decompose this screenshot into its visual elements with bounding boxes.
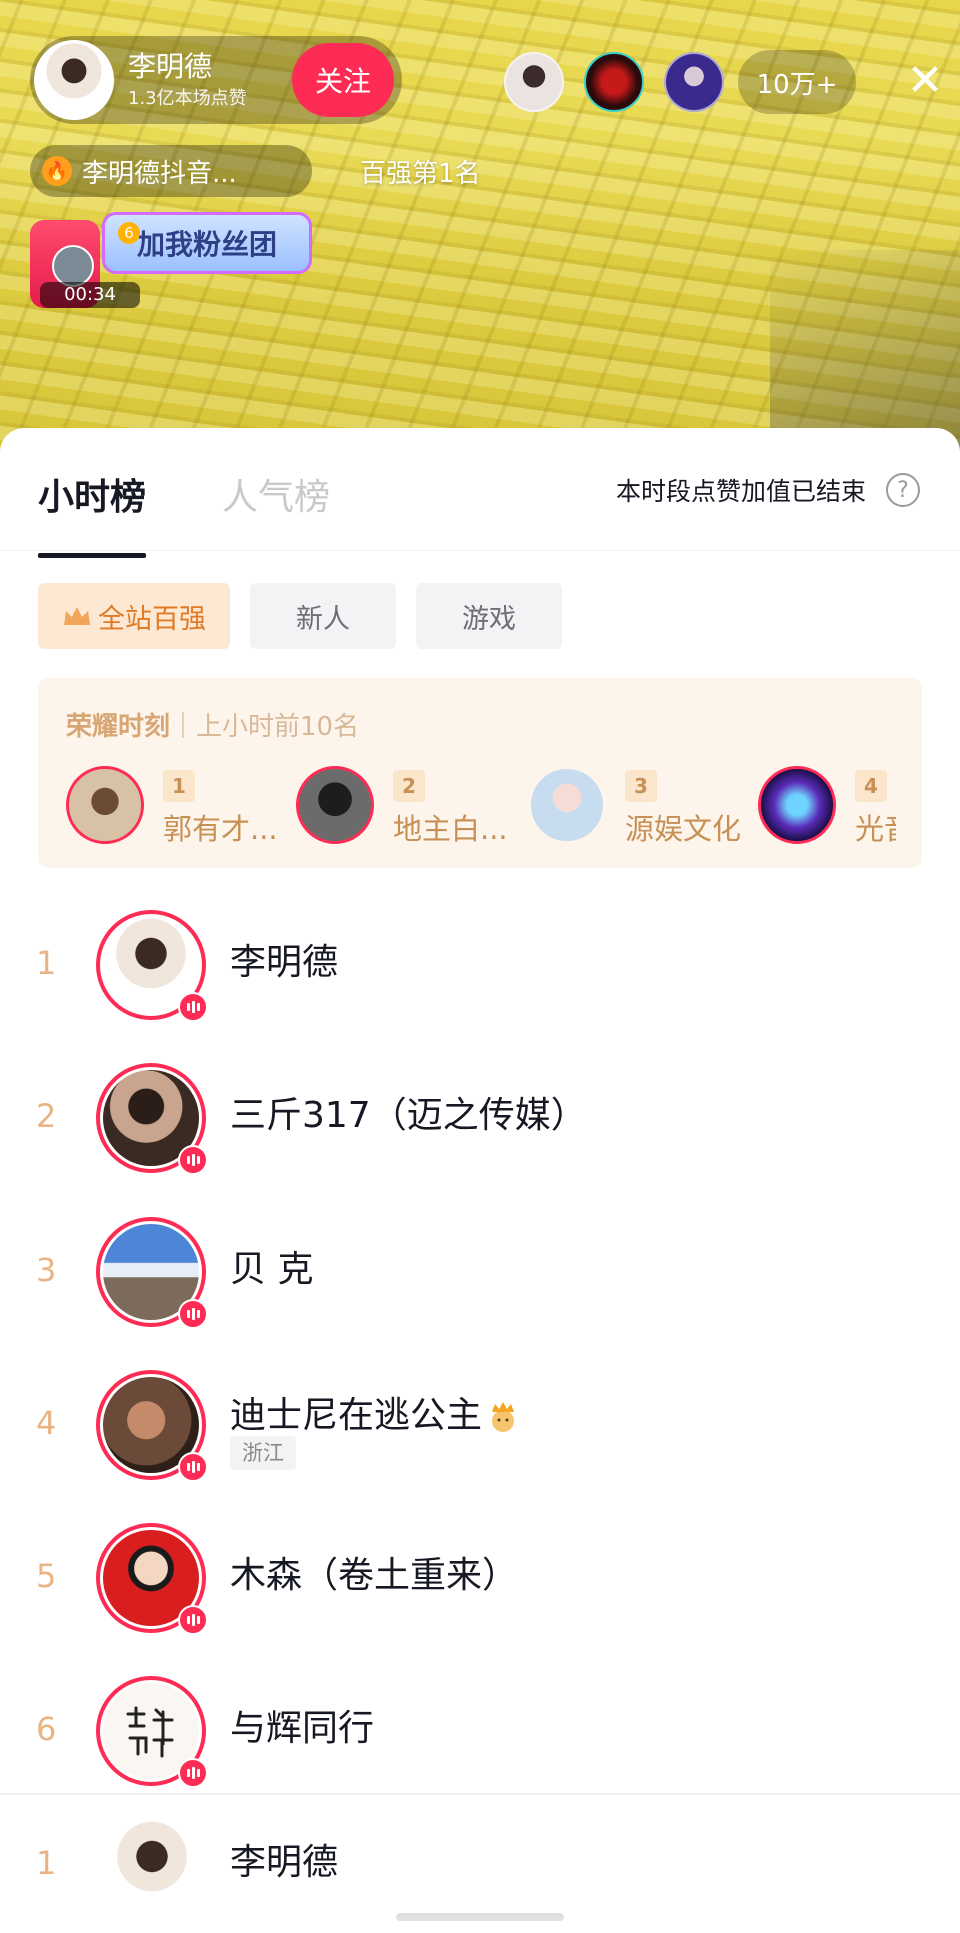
rank-number: 1: [36, 1844, 57, 1882]
viewer-avatar-2[interactable]: [584, 52, 644, 112]
glory-title: 荣耀时刻: [66, 712, 171, 742]
rank-number: 2: [36, 1097, 57, 1135]
glory-name: 地主白...: [393, 812, 508, 846]
filter-all-top100[interactable]: 全站百强: [38, 583, 230, 649]
ranking-tabs: 小时榜 人气榜: [38, 468, 406, 558]
streamer-name: 李明德: [230, 942, 339, 983]
glory-rank: 3: [625, 770, 657, 802]
streamer-name: 李明德: [230, 1842, 339, 1883]
streamer-name: 迪士尼在逃公主: [230, 1386, 520, 1438]
viewer-avatar-1[interactable]: [504, 52, 564, 112]
filter-label: 全站百强: [98, 603, 206, 635]
ranking-row[interactable]: 6 与辉同行: [0, 1654, 960, 1804]
princess-icon: [492, 1402, 515, 1432]
viewer-avatar-3[interactable]: [664, 52, 724, 112]
live-badge-icon: [178, 1145, 208, 1175]
notice: 本时段点赞加值已结束 ?: [616, 472, 920, 508]
ranking-row[interactable]: 2 三斤317（迈之传媒）: [0, 1041, 960, 1191]
streamer-name: 木森（卷土重来）: [230, 1555, 519, 1596]
live-badge-icon: [178, 1299, 208, 1329]
glory-separator: [182, 711, 185, 738]
filter-game[interactable]: 游戏: [416, 583, 562, 649]
streamer-name-text: 迪士尼在逃公主: [230, 1395, 483, 1436]
host-info: 李明德 1.3亿本场点赞: [128, 50, 292, 110]
glory-name: 源娱文化: [625, 812, 742, 846]
ranking-row[interactable]: 3 贝 克: [0, 1195, 960, 1345]
host-info-pill[interactable]: 李明德 1.3亿本场点赞 关注: [30, 36, 402, 124]
follow-button[interactable]: 关注: [292, 43, 394, 117]
rank-number: 4: [36, 1404, 57, 1442]
streamer-name: 贝 克: [230, 1249, 314, 1290]
host-avatar[interactable]: [34, 40, 114, 120]
tab-hourly[interactable]: 小时榜: [38, 468, 147, 558]
shop-label: 李明德抖音...: [82, 158, 237, 189]
glory-name: 光音: [855, 812, 896, 846]
fan-level-badge: 6: [118, 222, 140, 244]
notice-text: 本时段点赞加值已结束: [615, 477, 866, 506]
glory-rank: 4: [855, 770, 887, 802]
host-likes: 1.3亿本场点赞: [128, 88, 247, 109]
glory-avatar: [66, 766, 144, 844]
home-indicator: [396, 1913, 564, 1921]
crown-icon: [64, 607, 90, 625]
rank-number: 1: [36, 944, 57, 982]
ranking-row[interactable]: 1 李明德: [0, 888, 960, 1038]
streamer-name: 三斤317（迈之传媒）: [230, 1095, 587, 1136]
ranking-sheet: 小时榜 人气榜 本时段点赞加值已结束 ? 全站百强 新人 游戏 荣耀时刻 上小时…: [0, 428, 960, 1933]
yuhui-logo-icon: [126, 1706, 174, 1758]
glory-rank: 1: [163, 770, 195, 802]
live-badge-icon: [178, 992, 208, 1022]
divider: [0, 550, 960, 551]
fan-group-timer: 00:34: [40, 282, 140, 308]
live-badge-icon: [178, 1605, 208, 1635]
glory-moment-card: 荣耀时刻 上小时前10名 1 郭有才... 2 地主白... 3 源娱文化 4 …: [38, 678, 922, 868]
rank-number: 5: [36, 1557, 57, 1595]
rank-tag[interactable]: 百强第1名: [360, 145, 481, 197]
fan-group-avatar: [52, 245, 94, 287]
glory-subtitle: 上小时前10名: [196, 712, 360, 742]
glory-rank: 2: [393, 770, 425, 802]
host-name: 李明德: [128, 50, 213, 83]
filter-chips: 全站百强 新人 游戏: [38, 583, 582, 649]
close-icon[interactable]: ✕: [900, 56, 950, 106]
ranking-row[interactable]: 5 木森（卷土重来）: [0, 1501, 960, 1651]
fire-icon: 🔥: [42, 156, 72, 186]
ranking-row[interactable]: 4 迪士尼在逃公主 浙江: [0, 1348, 960, 1498]
streamer-name: 与辉同行: [230, 1708, 375, 1749]
filter-newcomer[interactable]: 新人: [250, 583, 396, 649]
glory-list: 1 郭有才... 2 地主白... 3 源娱文化 4 光音: [66, 766, 896, 846]
avatar[interactable]: [104, 1820, 200, 1916]
rank-number: 6: [36, 1710, 57, 1748]
live-badge-icon: [178, 1452, 208, 1482]
glory-avatar: [528, 766, 606, 844]
glory-avatar: [296, 766, 374, 844]
shop-pill[interactable]: 🔥 李明德抖音...: [30, 145, 312, 197]
live-badge-icon: [178, 1758, 208, 1788]
viewer-count[interactable]: 10万+: [738, 50, 856, 114]
fan-group-banner[interactable]: 加我粉丝团 6 00:34: [30, 200, 315, 310]
rank-number: 3: [36, 1251, 57, 1289]
help-icon[interactable]: ?: [886, 473, 920, 507]
glory-avatar: [758, 766, 836, 844]
location-tag: 浙江: [230, 1436, 296, 1470]
glory-name: 郭有才...: [163, 812, 278, 846]
tab-popularity[interactable]: 人气榜: [222, 468, 330, 520]
divider: [0, 1793, 960, 1795]
glory-header: 荣耀时刻 上小时前10名: [66, 706, 359, 743]
